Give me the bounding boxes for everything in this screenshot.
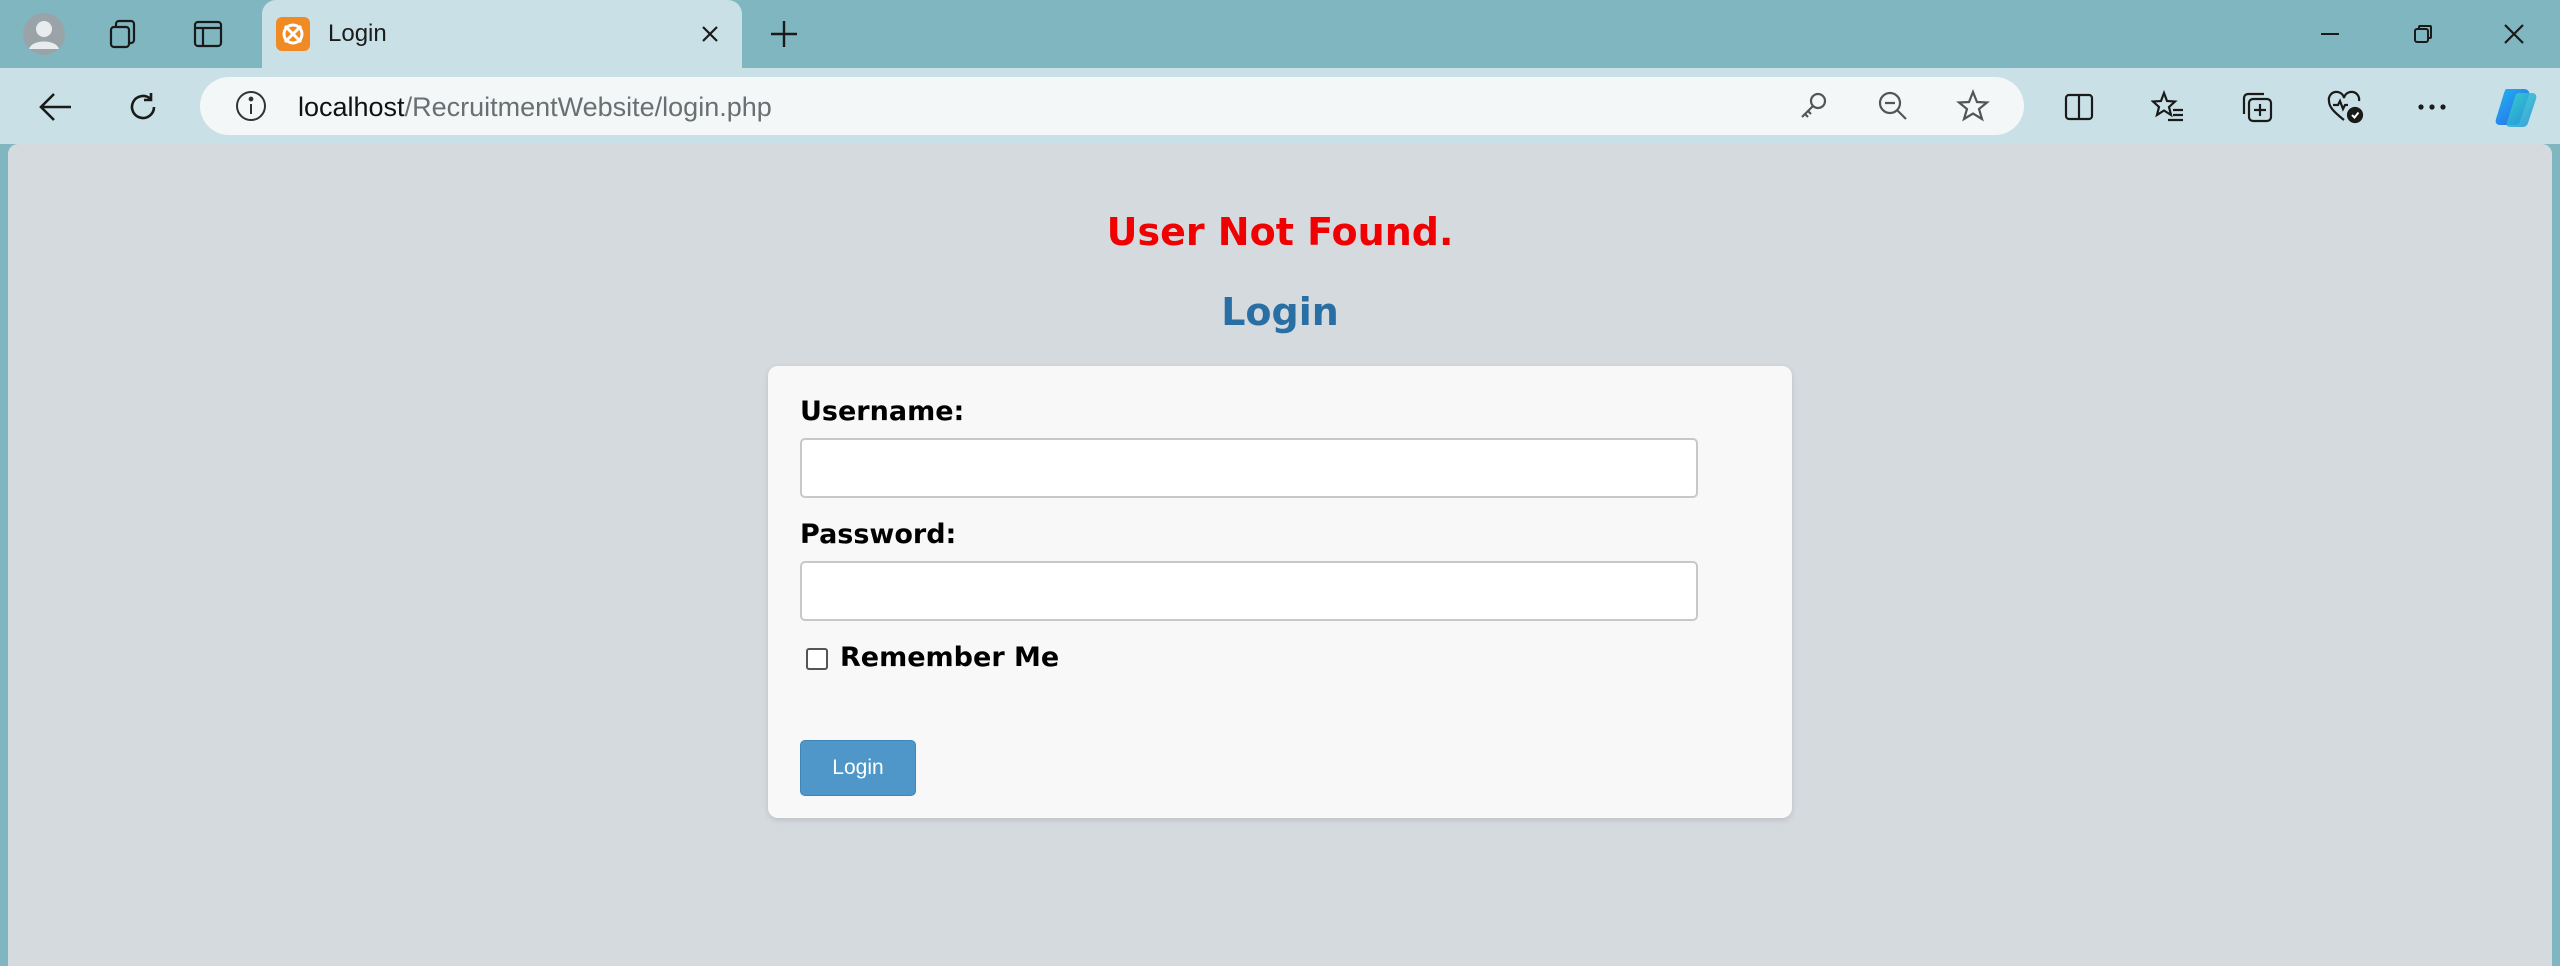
url-host: localhost (298, 92, 405, 122)
collections-icon[interactable] (2232, 82, 2282, 132)
address-bar[interactable]: localhost/RecruitmentWebsite/login.php (200, 77, 2024, 135)
restore-window-icon[interactable] (2393, 10, 2453, 58)
minimize-window-icon[interactable] (2300, 10, 2360, 58)
copilot-icon[interactable] (2492, 82, 2542, 132)
tab-title: Login (328, 20, 387, 47)
password-input[interactable] (800, 561, 1698, 621)
split-screen-icon[interactable] (2054, 82, 2104, 132)
page-title: Login (1221, 290, 1339, 334)
username-label: Username: (800, 396, 965, 427)
browser-toolbar: localhost/RecruitmentWebsite/login.php (0, 68, 2560, 144)
password-label: Password: (800, 519, 957, 550)
url-path: /RecruitmentWebsite/login.php (404, 92, 772, 122)
login-button[interactable]: Login (800, 740, 916, 796)
error-message: User Not Found. (1106, 210, 1454, 254)
tab-strip: Login (0, 0, 2560, 68)
site-info-icon[interactable] (226, 81, 276, 131)
xampp-favicon-icon (276, 17, 310, 51)
close-window-icon[interactable] (2484, 10, 2544, 58)
remember-me-label[interactable]: Remember Me (840, 642, 1059, 673)
favorite-star-icon[interactable] (1948, 81, 1998, 131)
browser-essentials-icon[interactable] (2321, 82, 2371, 132)
new-tab-icon[interactable] (760, 10, 808, 58)
favorites-list-icon[interactable] (2143, 82, 2193, 132)
active-tab[interactable]: Login (262, 0, 742, 68)
password-key-icon[interactable] (1788, 81, 1838, 131)
workspaces-icon[interactable] (100, 10, 148, 58)
refresh-icon[interactable] (118, 82, 168, 132)
back-arrow-icon[interactable] (31, 82, 81, 132)
login-form: Username: Password: Remember Me Login (768, 366, 1792, 818)
page-viewport: User Not Found. Login Username: Password… (8, 144, 2552, 966)
close-tab-icon[interactable] (690, 14, 730, 54)
more-options-icon[interactable] (2407, 82, 2457, 132)
zoom-out-icon[interactable] (1868, 81, 1918, 131)
profile-avatar-icon[interactable] (20, 10, 68, 58)
url-text[interactable]: localhost/RecruitmentWebsite/login.php (298, 92, 772, 123)
remember-me-checkbox[interactable] (806, 648, 828, 670)
tab-actions-icon[interactable] (184, 10, 232, 58)
username-input[interactable] (800, 438, 1698, 498)
